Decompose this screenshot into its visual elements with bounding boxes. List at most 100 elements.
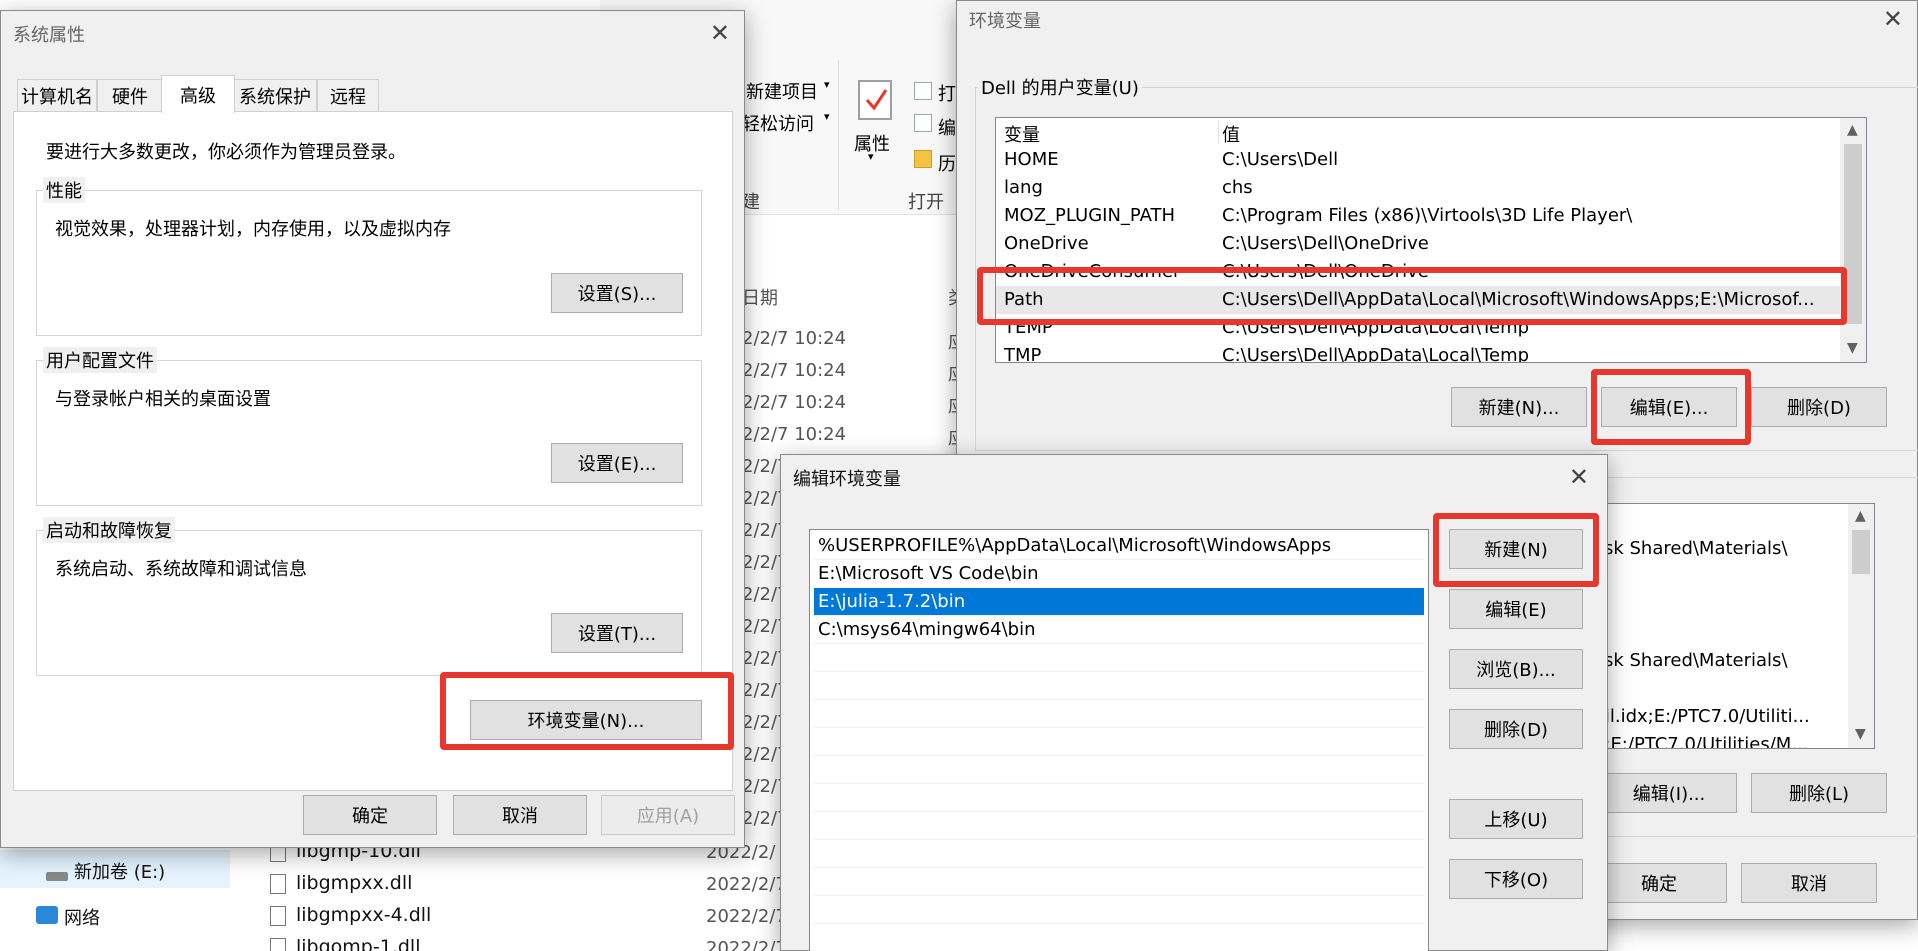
group-label: Dell 的用户变量(U)	[978, 74, 1142, 100]
edit-button[interactable]: 编	[938, 114, 956, 140]
file-name[interactable]: libgmpxx.dll	[296, 872, 412, 894]
ok-button[interactable]: 确定	[1591, 863, 1727, 903]
table-row[interactable]: TMP C:\Users\Dell\AppData\Local\Temp	[996, 342, 1866, 363]
user-new-button[interactable]: 新建(N)...	[1451, 387, 1587, 427]
list-item[interactable]	[814, 644, 1424, 672]
tab-computer-name[interactable]: 计算机名	[17, 79, 97, 111]
scroll-thumb[interactable]	[1852, 530, 1870, 574]
ok-button[interactable]: 确定	[303, 795, 437, 835]
easy-access-button[interactable]: 轻松访问	[742, 110, 814, 136]
profile-settings-button[interactable]: 设置(E)...	[551, 443, 683, 483]
dialog-title: 系统属性	[13, 25, 85, 46]
file-date: 2/2/7 10:24	[742, 424, 847, 445]
move-up-button[interactable]: 上移(U)	[1449, 799, 1583, 839]
file-date: 2022/2/7	[706, 938, 787, 951]
file-date: 2/2/7 10:24	[742, 392, 847, 413]
variable-value: C:\Users\Dell	[1222, 149, 1339, 170]
table-row[interactable]: MOZ_PLUGIN_PATH C:\Program Files (x86)\V…	[996, 202, 1866, 230]
scroll-up-icon[interactable]: ▲	[1855, 508, 1866, 524]
column-header-value[interactable]: 值	[1222, 121, 1240, 147]
delete-entry-button[interactable]: 删除(D)	[1449, 709, 1583, 749]
list-item[interactable]	[814, 868, 1424, 896]
list-item[interactable]	[814, 896, 1424, 924]
user-variables-list[interactable]: 变量 值 HOME C:\Users\Dell lang chs MOZ_PLU…	[995, 117, 1867, 363]
list-item[interactable]	[814, 728, 1424, 756]
drive-icon	[46, 872, 68, 881]
tab-advanced[interactable]: 高级	[161, 75, 235, 113]
edit-entry-button[interactable]: 编辑(E)	[1449, 589, 1583, 629]
user-delete-button[interactable]: 删除(D)	[1751, 387, 1887, 427]
list-item[interactable]: %USERPROFILE%\AppData\Local\Microsoft\Wi…	[814, 532, 1424, 560]
dll-file-icon	[270, 906, 286, 926]
scroll-down-icon[interactable]: ▼	[1847, 340, 1858, 356]
nav-item-drive-e[interactable]: 新加卷 (E:)	[74, 858, 165, 884]
list-item[interactable]	[814, 756, 1424, 784]
variable-name: OneDrive	[1004, 233, 1089, 254]
list-item[interactable]: C:\msys64\mingw64\bin	[814, 616, 1424, 644]
table-row[interactable]: OneDrive C:\Users\Dell\OneDrive	[996, 230, 1866, 258]
scrollbar[interactable]: ▲ ▼	[1848, 504, 1874, 748]
new-item-button[interactable]: 新建项目	[746, 78, 818, 104]
table-row[interactable]: HOME C:\Users\Dell	[996, 146, 1866, 174]
user-profiles-group: 用户配置文件 与登录帐户相关的桌面设置 设置(E)...	[36, 347, 702, 506]
nav-item-network[interactable]: 网络	[64, 904, 100, 930]
group-label: 启动和故障恢复	[43, 517, 175, 543]
list-item[interactable]	[814, 700, 1424, 728]
chevron-down-icon: ▾	[868, 150, 874, 163]
table-row[interactable]: lang chs	[996, 174, 1866, 202]
browse-button[interactable]: 浏览(B)...	[1449, 649, 1583, 689]
apply-button[interactable]: 应用(A)	[601, 795, 735, 835]
path-entries-list[interactable]: %USERPROFILE%\AppData\Local\Microsoft\Wi…	[809, 529, 1429, 951]
highlight-box	[440, 672, 734, 750]
list-item[interactable]	[814, 924, 1424, 951]
highlight-box	[1591, 369, 1751, 445]
ribbon-group-open-label: 打开	[908, 192, 944, 213]
dialog-title: 环境变量	[969, 11, 1041, 32]
highlight-box	[1433, 513, 1599, 587]
admin-note: 要进行大多数更改，你必须作为管理员登录。	[46, 142, 406, 163]
file-date: 2022/2/7	[706, 906, 787, 927]
list-header: 变量 值	[996, 118, 1866, 146]
date-column-header[interactable]: 日期	[742, 284, 778, 310]
variable-name: MOZ_PLUGIN_PATH	[1004, 205, 1176, 226]
open-button[interactable]: 打	[938, 80, 956, 106]
file-name[interactable]: libgmpxx-4.dll	[296, 904, 431, 926]
list-item[interactable]	[814, 784, 1424, 812]
ribbon-separator	[838, 60, 839, 210]
network-icon	[36, 906, 58, 924]
cancel-button[interactable]: 取消	[453, 795, 587, 835]
tab-remote[interactable]: 远程	[317, 79, 379, 111]
properties-icon[interactable]	[858, 80, 892, 120]
group-description: 视觉效果，处理器计划，内存使用，以及虚拟内存	[55, 219, 451, 240]
group-description: 系统启动、系统故障和调试信息	[55, 559, 307, 580]
edit-icon	[914, 114, 932, 132]
list-item-selected[interactable]: E:\julia-1.7.2\bin	[814, 588, 1424, 616]
variable-name: HOME	[1004, 149, 1059, 170]
list-item[interactable]	[814, 840, 1424, 868]
variable-value: C:\Program Files (x86)\Virtools\3D Life …	[1222, 205, 1633, 226]
close-icon[interactable]: ✕	[710, 21, 730, 45]
column-header-variable[interactable]: 变量	[1004, 121, 1040, 147]
cancel-button[interactable]: 取消	[1741, 863, 1877, 903]
variable-value: C:\Users\Dell\AppData\Local\Temp	[1222, 345, 1530, 363]
startup-settings-button[interactable]: 设置(T)...	[551, 613, 683, 653]
list-item[interactable]: E:\Microsoft VS Code\bin	[814, 560, 1424, 588]
tab-system-protection[interactable]: 系统保护	[233, 79, 317, 111]
history-button[interactable]: 历	[938, 150, 956, 176]
scroll-up-icon[interactable]: ▲	[1847, 122, 1858, 138]
group-label: 性能	[43, 177, 85, 203]
system-delete-button[interactable]: 删除(L)	[1751, 773, 1887, 813]
system-edit-button[interactable]: 编辑(I)...	[1601, 773, 1737, 813]
close-icon[interactable]: ✕	[1883, 7, 1903, 31]
performance-settings-button[interactable]: 设置(S)...	[551, 273, 683, 313]
scrollbar[interactable]: ▲ ▼	[1840, 118, 1866, 362]
move-down-button[interactable]: 下移(O)	[1449, 859, 1583, 899]
dialog-title: 编辑环境变量	[793, 469, 901, 490]
tab-hardware[interactable]: 硬件	[97, 79, 163, 111]
scroll-down-icon[interactable]: ▼	[1855, 726, 1866, 742]
file-name[interactable]: libgomp-1.dll	[296, 936, 420, 951]
list-item[interactable]	[814, 672, 1424, 700]
close-icon[interactable]: ✕	[1569, 465, 1589, 489]
list-item[interactable]	[814, 812, 1424, 840]
history-icon	[914, 150, 932, 168]
